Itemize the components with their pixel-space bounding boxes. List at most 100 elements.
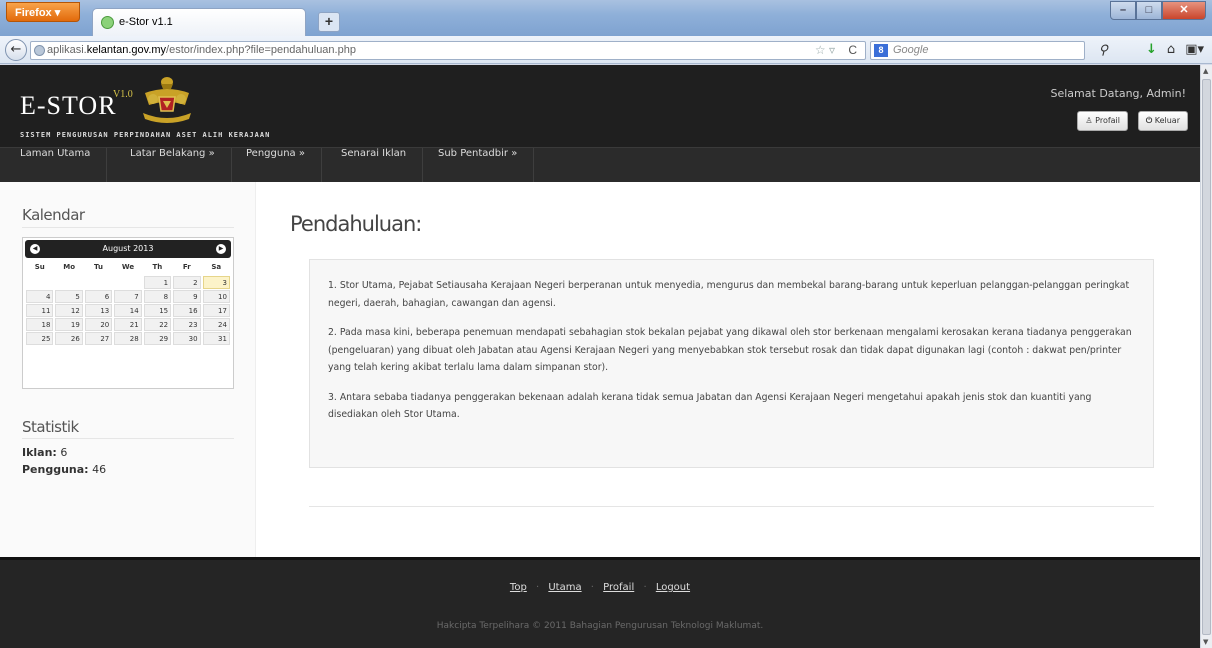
footer-link-top[interactable]: Top xyxy=(510,582,527,593)
url-domain: kelantan.gov.my xyxy=(86,44,167,56)
vertical-scrollbar[interactable]: ▲ ▼ xyxy=(1200,65,1212,648)
calendar-day[interactable]: 27 xyxy=(84,332,113,345)
main-menu: Laman Utama Latar Belakang » Pengguna » … xyxy=(0,147,1200,183)
calendar-day[interactable]: 1 xyxy=(143,276,172,289)
search-magnifier-icon[interactable]: ⚲ xyxy=(1098,42,1108,58)
calendar-day[interactable]: 25 xyxy=(26,332,54,345)
calendar-day[interactable]: 8 xyxy=(143,290,172,303)
maximize-icon[interactable]: □ xyxy=(1136,1,1162,20)
divider xyxy=(22,438,234,439)
stat-label: Iklan: xyxy=(22,446,57,459)
calendar-week-row: 11 12 13 14 15 16 17 xyxy=(25,304,231,317)
calendar-day[interactable]: 31 xyxy=(202,332,230,345)
site-identity-icon[interactable] xyxy=(34,45,45,56)
calendar-day[interactable]: 22 xyxy=(143,318,172,331)
sidebar: Kalendar ◀ August 2013 ▶ Su Mo Tu We Th … xyxy=(0,182,256,557)
calendar-day[interactable]: 7 xyxy=(114,290,142,303)
toolbar-icons: ↓ ⌂ ▣▾ xyxy=(1146,42,1204,57)
calendar-day[interactable]: 28 xyxy=(114,332,142,345)
footer-separator: · xyxy=(590,582,594,593)
calendar-day[interactable]: 17 xyxy=(202,304,230,317)
calendar-header: ◀ August 2013 ▶ xyxy=(25,240,231,258)
calendar-day[interactable]: 2 xyxy=(173,276,201,289)
calendar-day[interactable]: 5 xyxy=(55,290,83,303)
calendar-day[interactable]: 18 xyxy=(26,318,54,331)
menu-item-senarai-iklan[interactable]: Senarai Iklan xyxy=(325,148,424,183)
calendar-day[interactable]: 11 xyxy=(26,304,54,317)
scrollbar-thumb[interactable] xyxy=(1202,79,1211,635)
menu-item-pengguna[interactable]: Pengguna » xyxy=(230,148,322,183)
calendar-day[interactable]: 16 xyxy=(173,304,201,317)
calendar-day[interactable]: 21 xyxy=(114,318,142,331)
calendar-week-row: 123 xyxy=(25,276,231,289)
calendar-day[interactable]: 20 xyxy=(84,318,113,331)
scroll-down-icon[interactable]: ▼ xyxy=(1203,638,1208,646)
main-content: Pendahuluan: 1. Stor Utama, Pejabat Seti… xyxy=(257,182,1200,557)
back-arrow-icon[interactable]: ← xyxy=(5,39,27,61)
window-controls: – □ ✕ xyxy=(1110,1,1206,20)
browser-tab[interactable]: e-Stor v1.1 xyxy=(92,8,306,36)
stat-iklan: Iklan: 6 xyxy=(22,446,67,459)
calendar-day[interactable]: 10 xyxy=(202,290,230,303)
stat-label: Pengguna: xyxy=(22,463,89,476)
reload-icon[interactable]: C xyxy=(848,43,857,57)
home-icon[interactable]: ⌂ xyxy=(1167,42,1175,57)
calendar-day[interactable]: 19 xyxy=(55,318,83,331)
menu-item-laman-utama[interactable]: Laman Utama xyxy=(4,148,108,183)
footer-separator: · xyxy=(643,582,647,593)
bookmark-star-icon[interactable]: ☆ ▿ xyxy=(815,43,835,57)
footer-link-profail[interactable]: Profail xyxy=(603,582,634,593)
weekday: We xyxy=(121,263,135,271)
weekday: Fr xyxy=(182,263,191,271)
menu-item-sub-pentadbir[interactable]: Sub Pentadbir » xyxy=(422,148,535,183)
minimize-icon[interactable]: – xyxy=(1110,1,1136,20)
scroll-up-icon[interactable]: ▲ xyxy=(1203,67,1208,75)
divider xyxy=(309,506,1154,507)
footer-link-utama[interactable]: Utama xyxy=(548,582,581,593)
logout-button[interactable]: ⏻ Keluar xyxy=(1137,111,1188,131)
site-header: E-STOR V1.0 SISTEM PENGURUSAN PERPINDAHA… xyxy=(0,65,1200,147)
calendar-next-icon[interactable]: ▶ xyxy=(216,244,226,254)
calendar-day[interactable]: 24 xyxy=(202,318,230,331)
calendar-day[interactable]: 12 xyxy=(55,304,83,317)
menu-item-latar-belakang[interactable]: Latar Belakang » xyxy=(114,148,232,183)
calendar-day[interactable]: 4 xyxy=(26,290,54,303)
tab-favicon-icon xyxy=(101,16,114,29)
statistics-heading: Statistik xyxy=(22,418,79,436)
search-box[interactable]: 8 Google ⚲ xyxy=(870,41,1108,60)
download-arrow-icon[interactable]: ↓ xyxy=(1146,42,1157,57)
address-bar[interactable]: aplikasi.kelantan.gov.my/estor/index.php… xyxy=(30,41,866,60)
url-path: /estor/index.php?file=pendahuluan.php xyxy=(166,44,356,56)
calendar-day[interactable]: 26 xyxy=(55,332,83,345)
profile-button[interactable]: ♙ Profail xyxy=(1077,111,1128,131)
close-icon[interactable]: ✕ xyxy=(1162,1,1206,20)
calendar-empty-cell xyxy=(26,276,53,289)
calendar-grid: 1 2 3 4 5 6 7 8 9 10 11 12 13 14 15 16 17 18 19 20 21 22 23 24 2… xyxy=(25,276,231,345)
calendar-day[interactable]: 29 xyxy=(143,332,172,345)
weekday: Tu xyxy=(94,263,104,271)
weekday: Mo xyxy=(63,263,76,271)
calendar-day[interactable]: 9 xyxy=(173,290,201,303)
site-logo-text[interactable]: E-STOR xyxy=(20,91,117,121)
copyright-text: Hakcipta Terpelihara © 2011 Bahagian Pen… xyxy=(436,621,764,631)
calendar-day[interactable]: 3 xyxy=(202,276,230,289)
footer-link-logout[interactable]: Logout xyxy=(656,582,690,593)
addon-menu-icon[interactable]: ▣▾ xyxy=(1185,42,1204,57)
new-tab-button[interactable]: + xyxy=(318,12,340,32)
calendar-day[interactable]: 13 xyxy=(84,304,113,317)
calendar-day[interactable]: 15 xyxy=(143,304,172,317)
calendar-day[interactable]: 30 xyxy=(173,332,201,345)
divider xyxy=(22,227,234,228)
search-placeholder: Google xyxy=(893,44,929,56)
calendar-day[interactable]: 6 xyxy=(84,290,113,303)
search-engine-icon[interactable]: 8 xyxy=(874,44,888,57)
weekday: Sa xyxy=(211,263,222,271)
calendar-prev-icon[interactable]: ◀ xyxy=(30,244,40,254)
site-subtitle: SISTEM PENGURUSAN PERPINDAHAN ASET ALIH … xyxy=(20,131,271,139)
calendar-day[interactable]: 23 xyxy=(173,318,201,331)
calendar-month: August 2013 xyxy=(102,244,154,253)
firefox-menu-button[interactable]: Firefox ▾ xyxy=(6,2,80,22)
url-prefix: aplikasi. xyxy=(47,44,87,56)
intro-paragraph: 3. Antara sebaba tiadanya penggerakan be… xyxy=(328,391,1092,421)
calendar-day[interactable]: 14 xyxy=(114,304,142,317)
